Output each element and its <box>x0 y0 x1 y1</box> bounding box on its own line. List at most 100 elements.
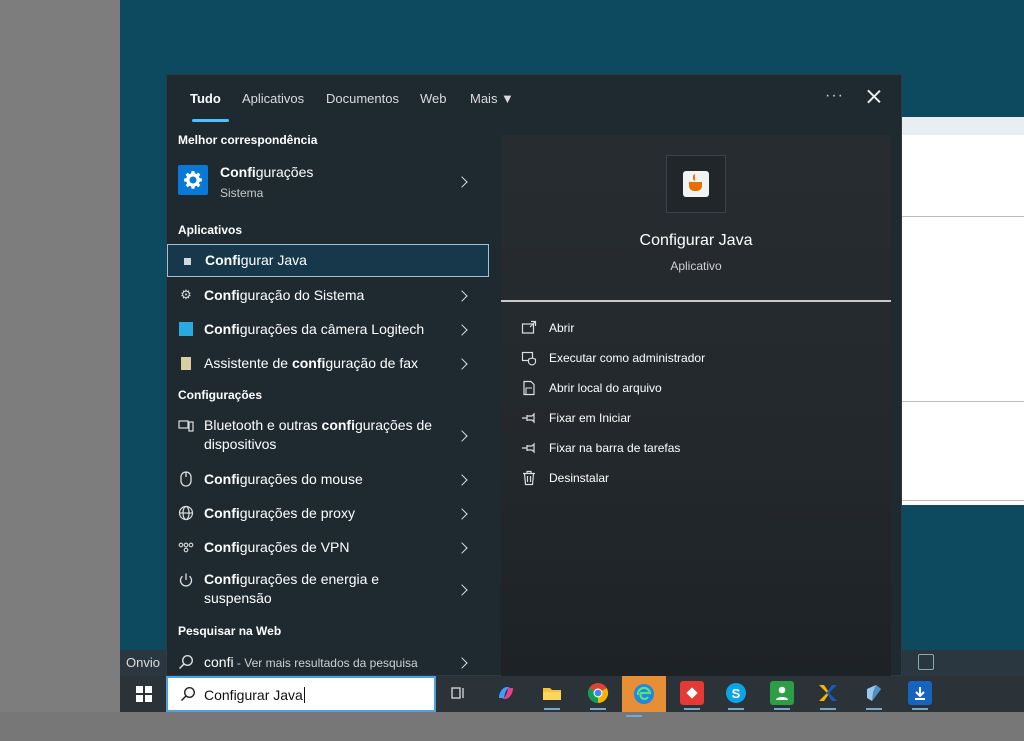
setting-item-mouse[interactable]: Configurações do mouse <box>167 463 489 495</box>
action-pin-taskbar-label: Fixar na barra de tarefas <box>549 441 681 455</box>
file-explorer-icon[interactable] <box>540 681 564 710</box>
setting-label-line2: suspensão <box>204 590 272 606</box>
section-web-search: Pesquisar na Web <box>178 624 282 638</box>
tab-apps[interactable]: Aplicativos <box>242 91 304 106</box>
active-tab-indicator <box>192 119 229 122</box>
app-item-configurar-java[interactable]: Configurar Java <box>167 244 489 277</box>
desktop-bottom-area <box>0 712 1024 741</box>
chevron-right-icon <box>457 324 469 336</box>
setting-label-rest: gurações de <box>354 417 433 433</box>
download-app-icon[interactable] <box>908 681 932 710</box>
preview-type: Aplicativo <box>670 259 722 273</box>
chevron-right-icon <box>457 657 469 669</box>
tab-documents[interactable]: Documentos <box>326 91 399 106</box>
search-icon <box>177 653 195 671</box>
setting-item-bluetooth[interactable]: Bluetooth e outras configurações de dispo… <box>167 411 489 459</box>
setting-label-rest: gurações de proxy <box>239 505 355 521</box>
web-search-item[interactable]: confi - Ver mais resultados da pesquisa <box>167 647 489 677</box>
app-label-bold: Confi <box>204 321 240 337</box>
setting-item-power[interactable]: Configurações de energia e suspensão <box>167 565 489 613</box>
search-icon <box>180 686 196 702</box>
action-open-file-location-label: Abrir local do arquivo <box>549 381 662 395</box>
background-window <box>902 117 1024 505</box>
app-label-rest: gurar Java <box>240 252 307 268</box>
skype-icon[interactable]: S <box>724 681 748 710</box>
setting-label-bold: Confi <box>204 539 240 555</box>
system-config-icon: ⚙ <box>180 287 192 302</box>
chrome-icon[interactable] <box>586 681 610 710</box>
open-icon <box>521 320 537 334</box>
setting-label-bold: Confi <box>204 571 240 587</box>
power-icon <box>177 571 195 589</box>
taskbar-search-input[interactable]: Configurar Java <box>166 676 436 712</box>
app-label-pre: Assistente de <box>204 355 292 371</box>
setting-label-bold: Confi <box>204 505 240 521</box>
copilot-icon[interactable] <box>494 681 518 705</box>
java-app-icon <box>666 155 726 213</box>
setting-label-bold: confi <box>321 417 355 433</box>
best-match-item[interactable]: Configurações Sistema <box>167 159 489 205</box>
setting-label-line2: dispositivos <box>204 436 277 452</box>
results-list: Melhor correspondência Configurações Sis… <box>167 127 489 677</box>
fax-icon <box>177 354 195 372</box>
tab-web[interactable]: Web <box>420 91 447 106</box>
background-status-strip <box>902 650 1024 676</box>
bluetooth-devices-icon <box>177 417 195 435</box>
shield-icon <box>521 351 537 366</box>
tab-all[interactable]: Tudo <box>190 91 221 106</box>
search-tabs: Tudo Aplicativos Documentos Web Mais ▼ ·… <box>167 75 903 123</box>
virtualbox-icon[interactable] <box>862 681 886 710</box>
app-label-rest: gurações da câmera Logitech <box>239 321 425 337</box>
taskbar: Configurar Java S <box>120 676 1024 717</box>
setting-item-proxy[interactable]: Configurações de proxy <box>167 497 489 529</box>
chevron-right-icon <box>457 290 469 302</box>
anydesk-icon[interactable] <box>680 681 704 710</box>
web-query-suffix: - Ver mais resultados da pesquisa <box>233 656 418 670</box>
desktop-left-area <box>0 0 120 741</box>
best-match-title-rest: gurações <box>255 164 314 180</box>
svg-text:S: S <box>732 686 741 701</box>
pin-icon <box>522 442 535 454</box>
edge-icon[interactable] <box>622 676 666 717</box>
logitech-camera-icon <box>177 320 195 338</box>
app-label-bold: Confi <box>205 252 241 268</box>
setting-label-rest: gurações de VPN <box>239 539 350 555</box>
action-run-as-admin-label: Executar como administrador <box>549 351 706 365</box>
section-apps: Aplicativos <box>178 223 243 237</box>
preview-pane: Configurar Java Aplicativo Abrir Executa… <box>501 135 891 677</box>
setting-item-vpn[interactable]: Configurações de VPN <box>167 531 489 563</box>
chevron-right-icon <box>457 508 469 520</box>
setting-label-rest: gurações de energia e <box>239 571 380 587</box>
background-app-label: Onvio <box>120 650 168 676</box>
app-item-configuracao-sistema[interactable]: ⚙ Configuração do Sistema <box>167 279 489 311</box>
app-item-fax-wizard[interactable]: Assistente de configuração de fax <box>167 347 489 379</box>
close-button[interactable] <box>863 85 885 109</box>
chevron-right-icon <box>457 358 469 370</box>
setting-label-rest: gurações do mouse <box>239 471 363 487</box>
preview-divider <box>501 300 891 302</box>
web-query: confi <box>204 654 234 670</box>
app-item-camera-logitech[interactable]: Configurações da câmera Logitech <box>167 313 489 345</box>
search-input-value: Configurar Java <box>204 687 303 703</box>
caixa-icon[interactable] <box>816 681 840 710</box>
tab-more[interactable]: Mais ▼ <box>470 91 514 106</box>
action-pin-start-label: Fixar em Iniciar <box>549 411 632 425</box>
setting-label-bold: Confi <box>204 471 240 487</box>
pin-icon <box>522 412 535 424</box>
action-uninstall-label: Desinstalar <box>549 471 610 485</box>
preview-title: Configurar Java <box>639 232 753 249</box>
section-settings: Configurações <box>178 388 263 402</box>
vpn-icon <box>177 538 195 556</box>
settings-gear-icon <box>178 165 208 195</box>
task-view-icon[interactable] <box>446 681 470 705</box>
more-options-button[interactable]: ··· <box>825 87 844 105</box>
search-panel: Tudo Aplicativos Documentos Web Mais ▼ ·… <box>166 74 903 677</box>
java-icon <box>178 252 196 270</box>
chevron-right-icon <box>457 542 469 554</box>
user-app-icon[interactable] <box>770 681 794 710</box>
windows-start-icon[interactable] <box>136 686 152 702</box>
action-open-label: Abrir <box>549 321 575 335</box>
best-match-title-bold: Confi <box>220 164 256 180</box>
setting-label-pre: Bluetooth e outras <box>204 417 322 433</box>
section-best-match: Melhor correspondência <box>178 133 318 147</box>
